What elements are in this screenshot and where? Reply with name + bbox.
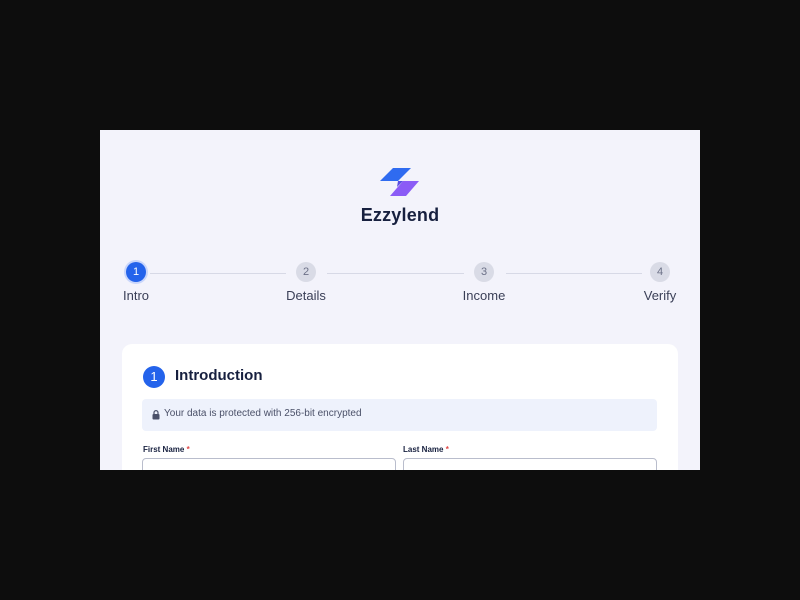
step-intro[interactable]: 1 Intro [100,262,176,303]
step-label: Income [462,288,506,303]
step-label: Details [286,288,326,303]
step-income[interactable]: 3 Income [444,262,524,303]
security-notice-text: Your data is protected with 256-bit encr… [164,408,362,419]
app-frame: Ezzylend 1 Intro 2 Details 3 Income 4 Ve… [100,130,700,470]
progress-stepper: 1 Intro 2 Details 3 Income 4 Verify [100,262,700,312]
section-number-badge: 1 [143,366,165,388]
security-notice: Your data is protected with 256-bit encr… [142,399,657,431]
logo-mark-icon [380,168,419,196]
required-mark: * [445,445,449,454]
first-name-input[interactable] [142,458,396,470]
step-number: 2 [296,262,316,282]
last-name-label-text: Last Name [403,445,444,454]
last-name-label: Last Name * [403,445,449,454]
first-name-label: First Name * [143,445,190,454]
first-name-label-text: First Name [143,445,185,454]
step-number: 1 [126,262,146,282]
section-title: Introduction [175,367,263,384]
lock-icon [152,410,160,420]
brand-logo [100,168,700,200]
required-mark: * [186,445,190,454]
step-verify[interactable]: 4 Verify [620,262,700,303]
brand-name: Ezzylend [360,205,440,225]
step-details[interactable]: 2 Details [266,262,346,303]
last-name-input[interactable] [403,458,657,470]
step-label: Verify [643,288,677,303]
step-number: 4 [650,262,670,282]
introduction-card: 1 Introduction Your data is protected wi… [122,344,678,470]
step-label: Intro [122,288,149,303]
step-number: 3 [474,262,494,282]
